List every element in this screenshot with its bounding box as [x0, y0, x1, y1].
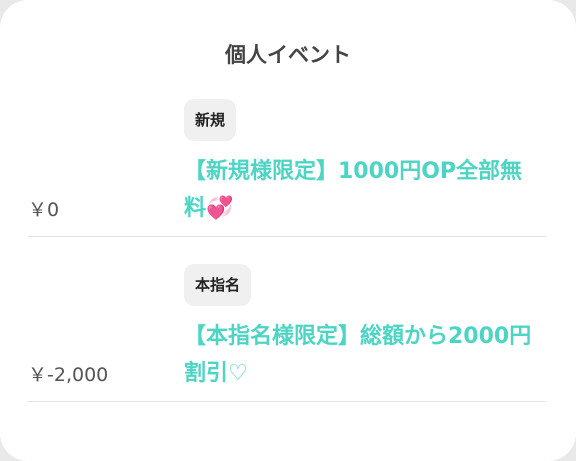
event-item-new[interactable]: 新規 【新規様限定】1000円OP全部無料💞 ￥0	[28, 73, 546, 237]
event-price: ￥0	[28, 199, 60, 221]
event-title[interactable]: 【新規様限定】1000円OP全部無料💞	[184, 153, 544, 227]
event-badge: 新規	[184, 99, 237, 141]
event-badge: 本指名	[184, 264, 252, 306]
event-item-nomination[interactable]: 本指名 【本指名様限定】総額から2000円割引♡ ￥-2,000	[28, 238, 546, 402]
event-title[interactable]: 【本指名様限定】総額から2000円割引♡	[184, 318, 544, 392]
event-price: ￥-2,000	[28, 364, 109, 386]
section-title: 個人イベント	[225, 43, 351, 67]
event-card: 個人イベント 新規 【新規様限定】1000円OP全部無料💞 ￥0 本指名 【本指…	[0, 0, 576, 461]
